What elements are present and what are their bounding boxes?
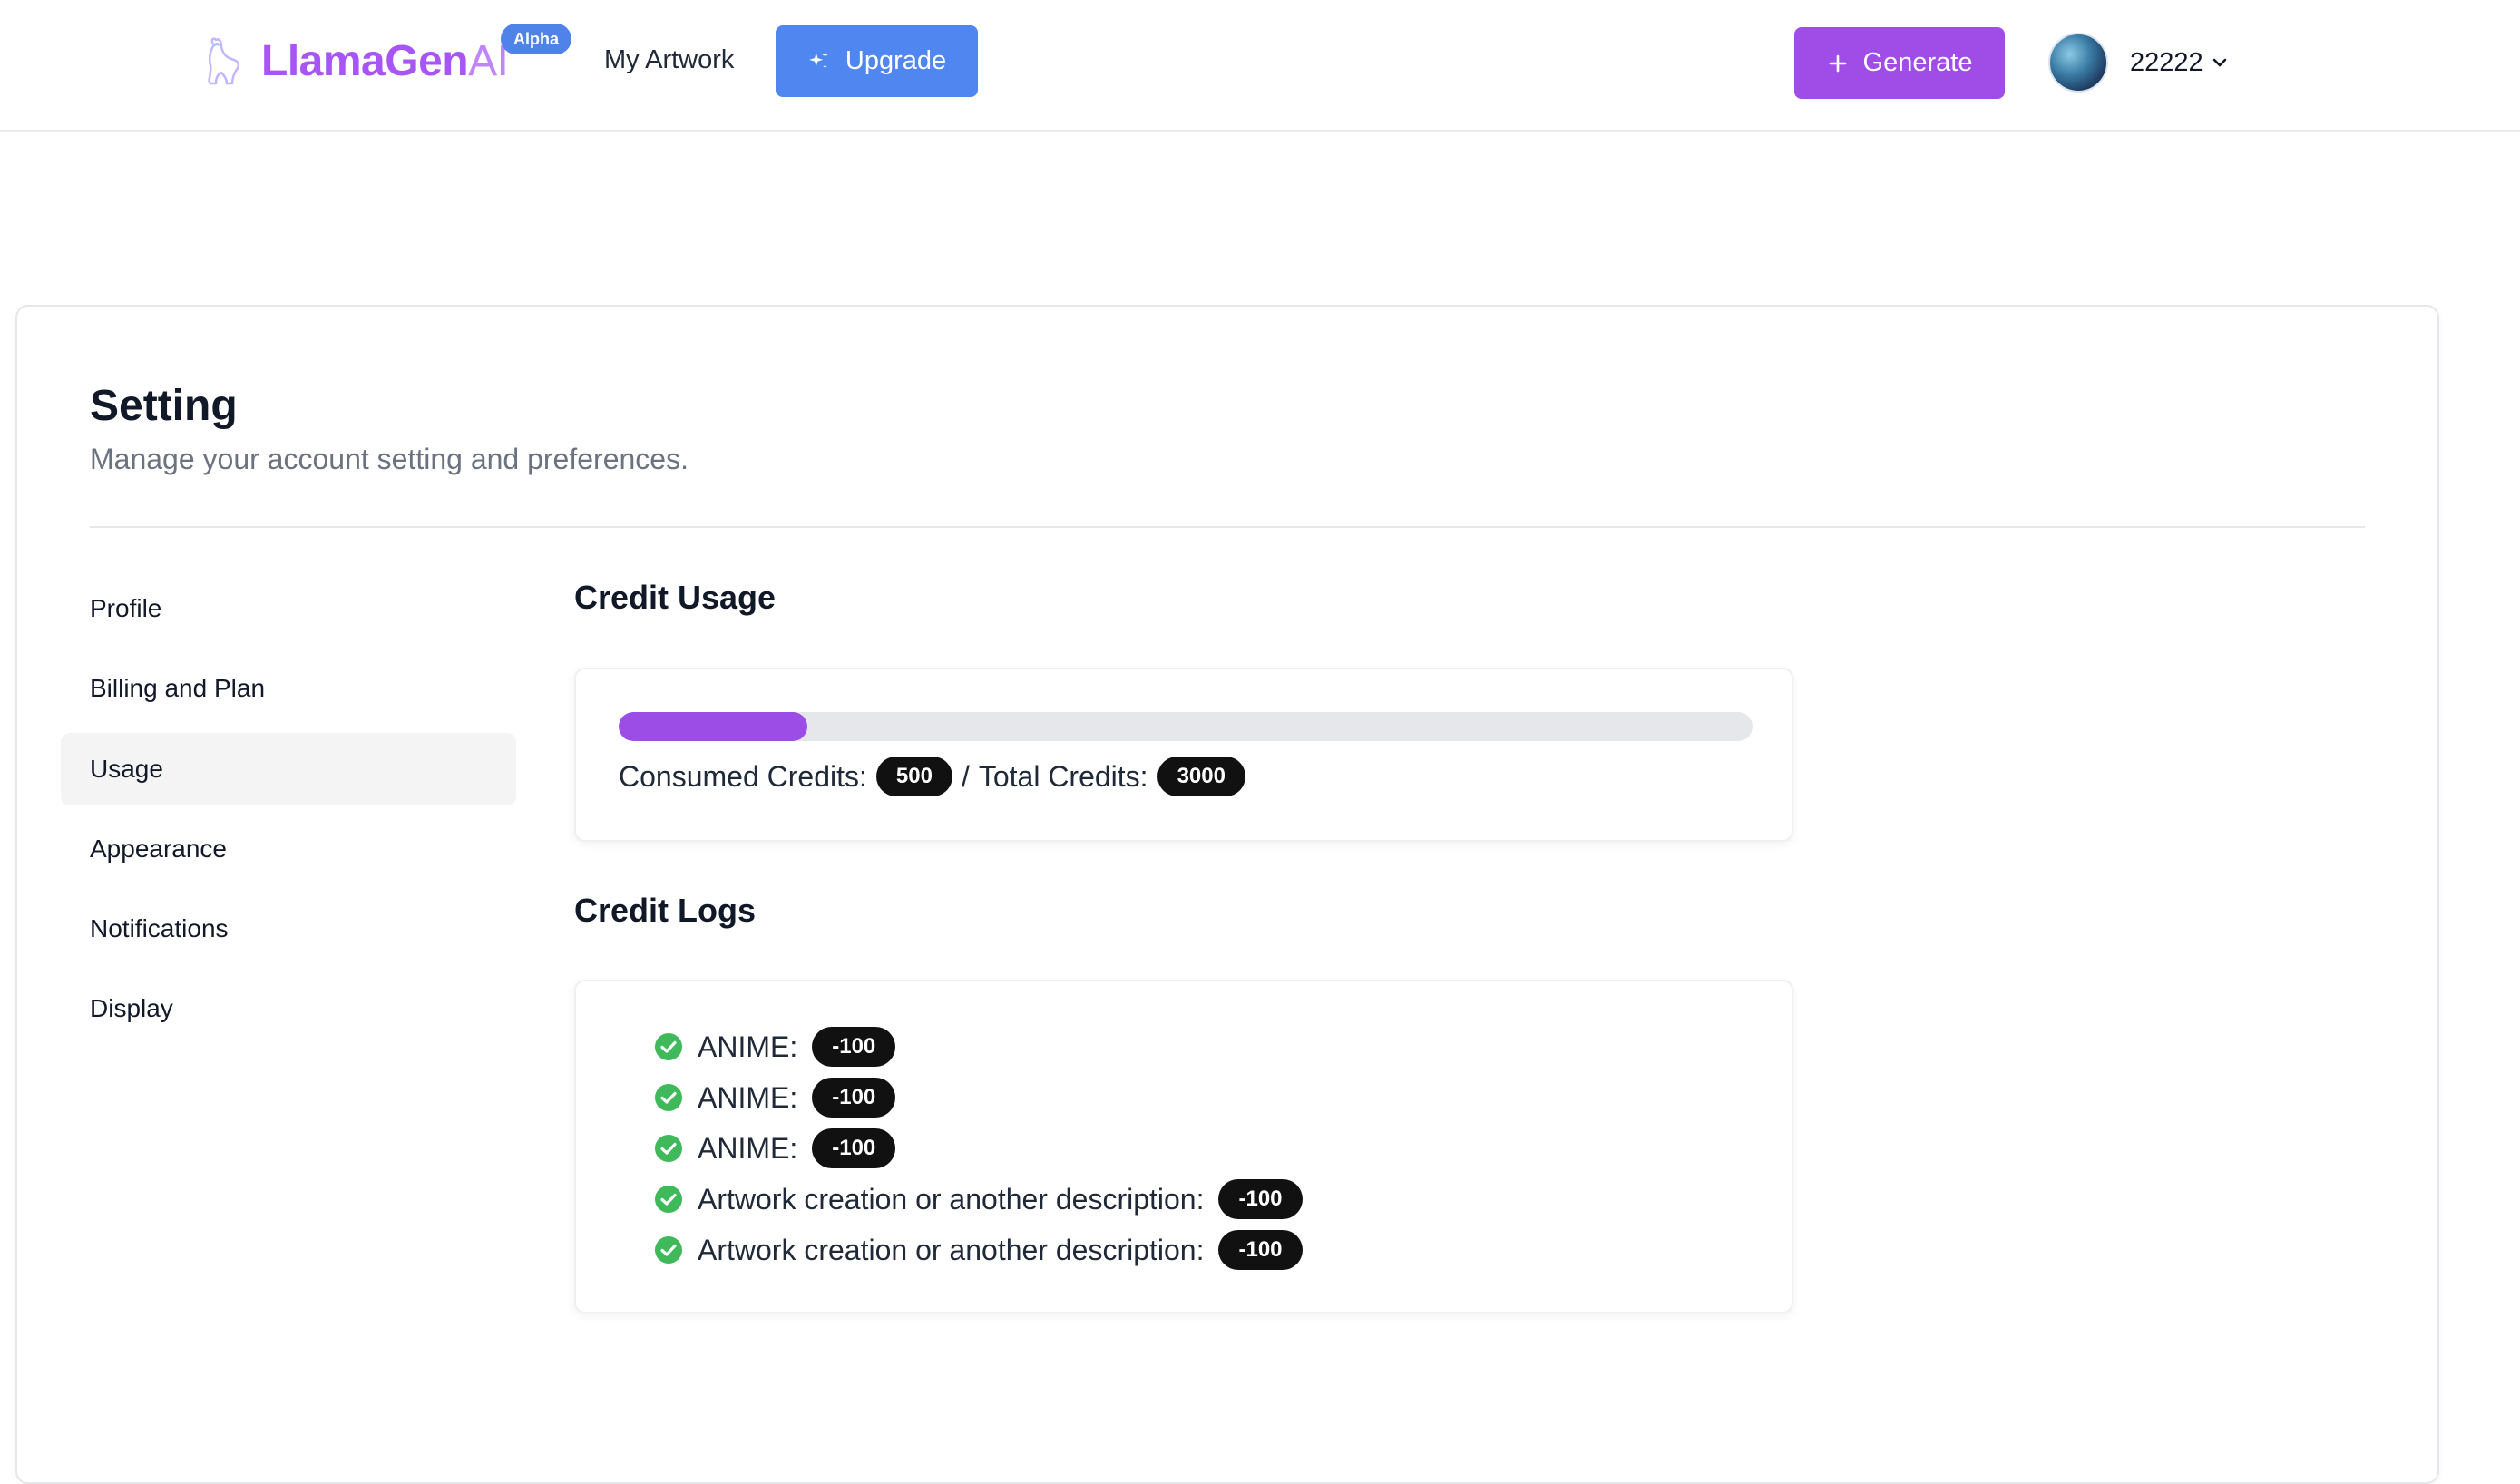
log-amount-badge: -100 (812, 1078, 896, 1118)
consumed-credits-label: Consumed Credits: (619, 759, 867, 793)
generate-button[interactable]: Generate (1794, 27, 2005, 99)
brand-logo[interactable]: LlamaGenAI (203, 34, 509, 87)
check-circle-icon (655, 1084, 682, 1111)
log-label: Artwork creation or another description: (698, 1182, 1205, 1216)
page-subtitle: Manage your account setting and preferen… (90, 443, 689, 475)
sidebar-item-profile[interactable]: Profile (61, 572, 516, 645)
credit-logs-title: Credit Logs (574, 892, 757, 929)
total-credits-badge: 3000 (1157, 757, 1245, 796)
credit-progress-fill (619, 712, 808, 741)
total-credits-label: Total Credits: (978, 759, 1148, 793)
log-amount-badge: -100 (812, 1027, 896, 1067)
credit-logs-panel: ANIME: -100 ANIME: -100 ANIME: -100 Artw… (574, 980, 1793, 1313)
upgrade-label: Upgrade (845, 46, 947, 75)
avatar[interactable] (2048, 33, 2108, 93)
brand-name: LlamaGenAI (261, 36, 509, 85)
sidebar-item-display[interactable]: Display (61, 972, 516, 1045)
generate-label: Generate (1862, 48, 1973, 77)
sidebar-item-appearance[interactable]: Appearance (61, 813, 516, 885)
sidebar-item-notifications[interactable]: Notifications (61, 893, 516, 965)
log-label: ANIME: (698, 1131, 798, 1165)
credit-progress-bar (619, 712, 1753, 741)
upgrade-button[interactable]: Upgrade (776, 25, 978, 97)
credit-usage-panel: Consumed Credits: 500 / Total Credits: 3… (574, 668, 1793, 842)
log-label: Artwork creation or another description: (698, 1233, 1205, 1266)
plus-icon (1829, 54, 1846, 72)
credits-separator: / (961, 759, 970, 793)
llama-logo-icon (208, 37, 239, 85)
check-circle-icon (655, 1236, 682, 1264)
nav-my-artwork[interactable]: My Artwork (604, 45, 734, 75)
alpha-badge: Alpha (501, 24, 572, 54)
check-circle-icon (655, 1186, 682, 1213)
list-item: ANIME: -100 (654, 1027, 896, 1067)
log-amount-badge: -100 (1218, 1179, 1303, 1219)
page-title: Setting (90, 382, 238, 430)
log-amount-badge: -100 (812, 1128, 896, 1168)
sidebar-item-billing[interactable]: Billing and Plan (61, 652, 516, 725)
log-label: ANIME: (698, 1080, 798, 1114)
check-circle-icon (655, 1135, 682, 1162)
user-menu[interactable]: 22222 (2048, 33, 2231, 93)
sparkles-icon (809, 51, 828, 69)
list-item: ANIME: -100 (654, 1078, 896, 1118)
username: 22222 (2130, 47, 2203, 77)
log-label: ANIME: (698, 1030, 798, 1063)
list-item: ANIME: -100 (654, 1128, 896, 1168)
divider (90, 526, 2365, 528)
chevron-down-icon[interactable] (2209, 52, 2231, 73)
list-item: Artwork creation or another description:… (654, 1179, 1303, 1219)
top-navbar: LlamaGenAI Alpha My Artwork Upgrade Gene… (0, 0, 2520, 132)
sidebar-item-usage[interactable]: Usage (61, 733, 516, 805)
log-amount-badge: -100 (1218, 1230, 1303, 1270)
list-item: Artwork creation or another description:… (654, 1230, 1303, 1270)
credit-usage-title: Credit Usage (574, 579, 777, 616)
consumed-credits-badge: 500 (875, 757, 952, 796)
check-circle-icon (655, 1033, 682, 1060)
credit-summary: Consumed Credits: 500 / Total Credits: 3… (619, 757, 1255, 796)
